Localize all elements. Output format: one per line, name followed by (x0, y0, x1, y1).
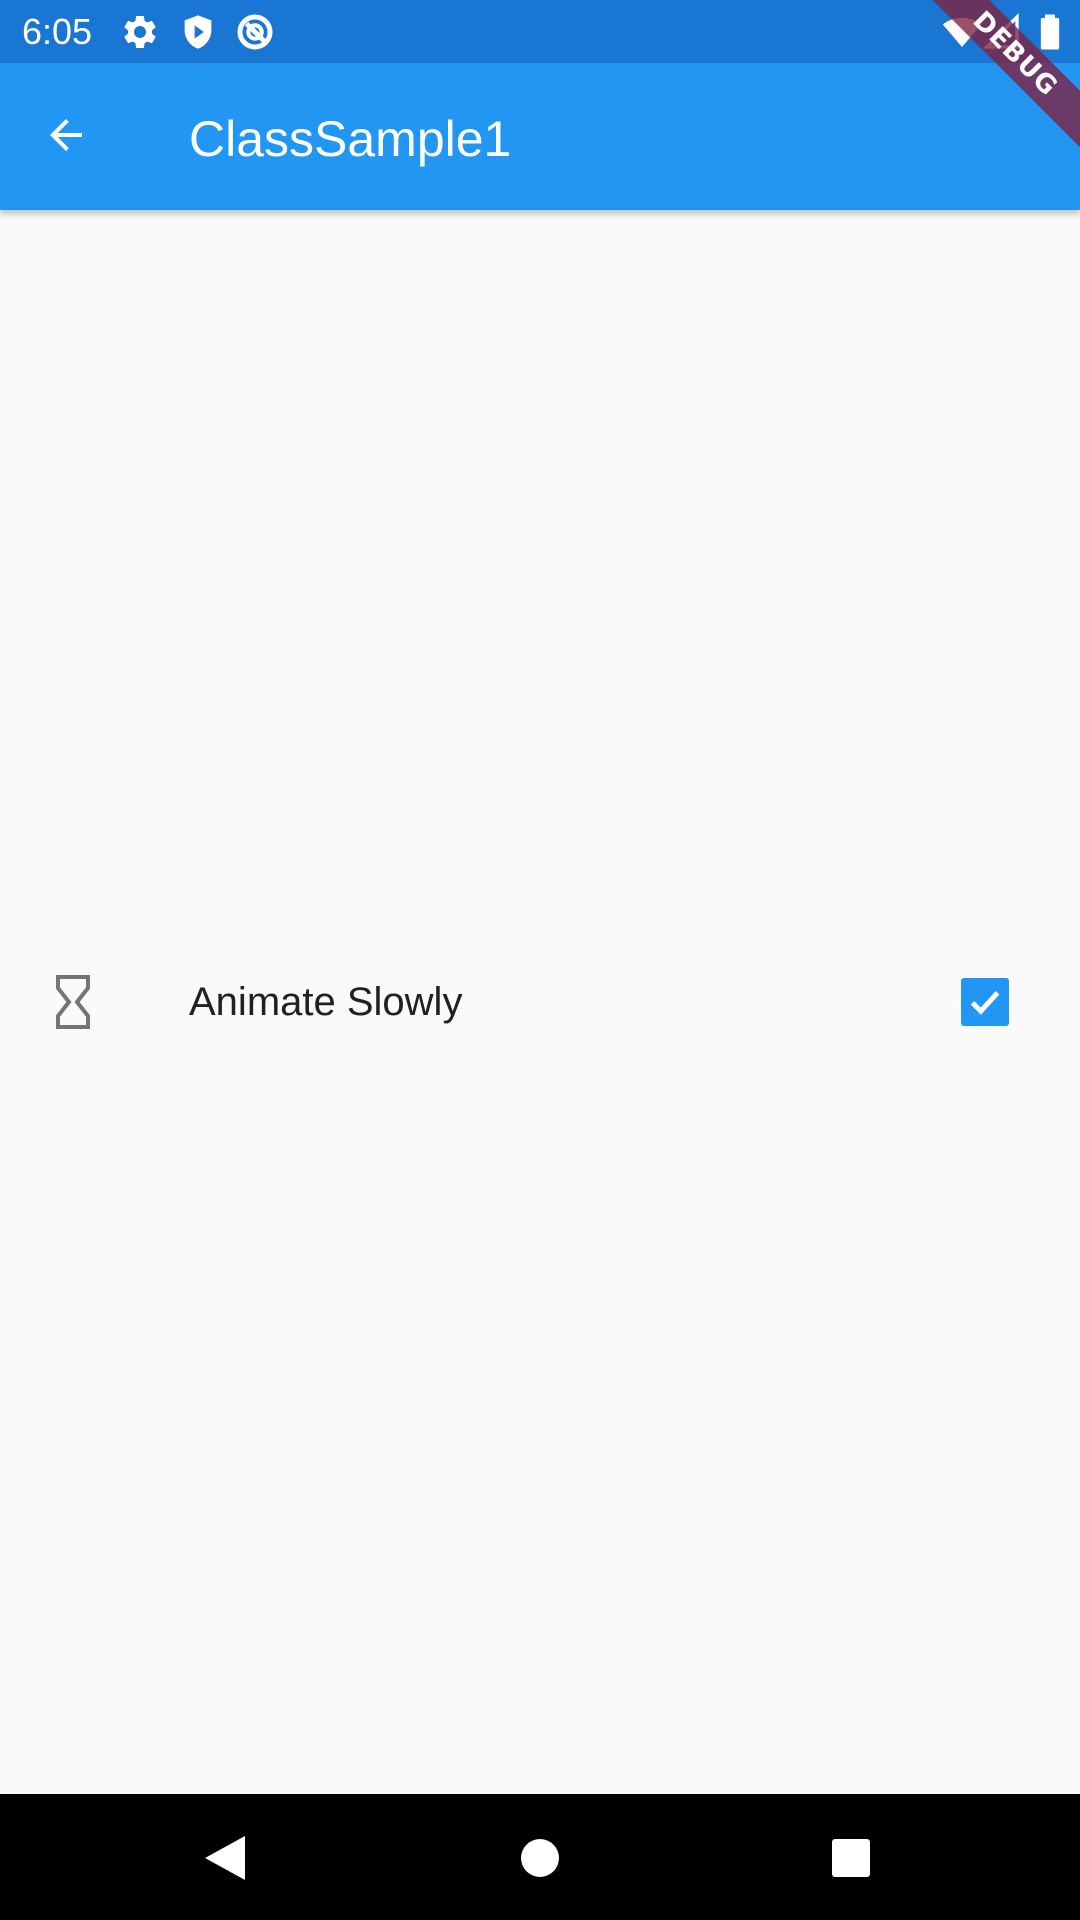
play-shield-icon (178, 12, 218, 52)
app-bar: ClassSample1 (0, 63, 1080, 210)
status-time: 6:05 (22, 11, 93, 52)
back-triangle-icon (205, 1836, 245, 1880)
nav-back-button[interactable] (195, 1828, 255, 1888)
navigation-bar (0, 1794, 1080, 1920)
status-bar: 6:05 (0, 0, 1080, 63)
app-title: ClassSample1 (189, 111, 512, 167)
animate-slowly-tile[interactable]: Animate Slowly (0, 950, 1080, 1054)
animate-slowly-checkbox[interactable] (961, 978, 1009, 1026)
wifi-icon (942, 12, 982, 52)
nav-home-button[interactable] (510, 1828, 570, 1888)
tile-title: Animate Slowly (189, 980, 463, 1024)
battery-icon (1030, 12, 1070, 52)
cellular-signal-icon (982, 12, 1022, 52)
back-button[interactable] (30, 101, 102, 173)
check-icon (970, 991, 1000, 1015)
nav-recents-button[interactable] (821, 1828, 881, 1888)
arrow-back-icon (42, 111, 90, 164)
settings-icon (120, 12, 160, 52)
circle-slash-icon (235, 12, 275, 52)
screen: 6:05 DEBUG ClassSample1 Animate Slowly (0, 0, 1080, 1920)
hourglass-icon (55, 974, 91, 1030)
recents-square-icon (832, 1839, 870, 1877)
home-circle-icon (521, 1839, 559, 1877)
